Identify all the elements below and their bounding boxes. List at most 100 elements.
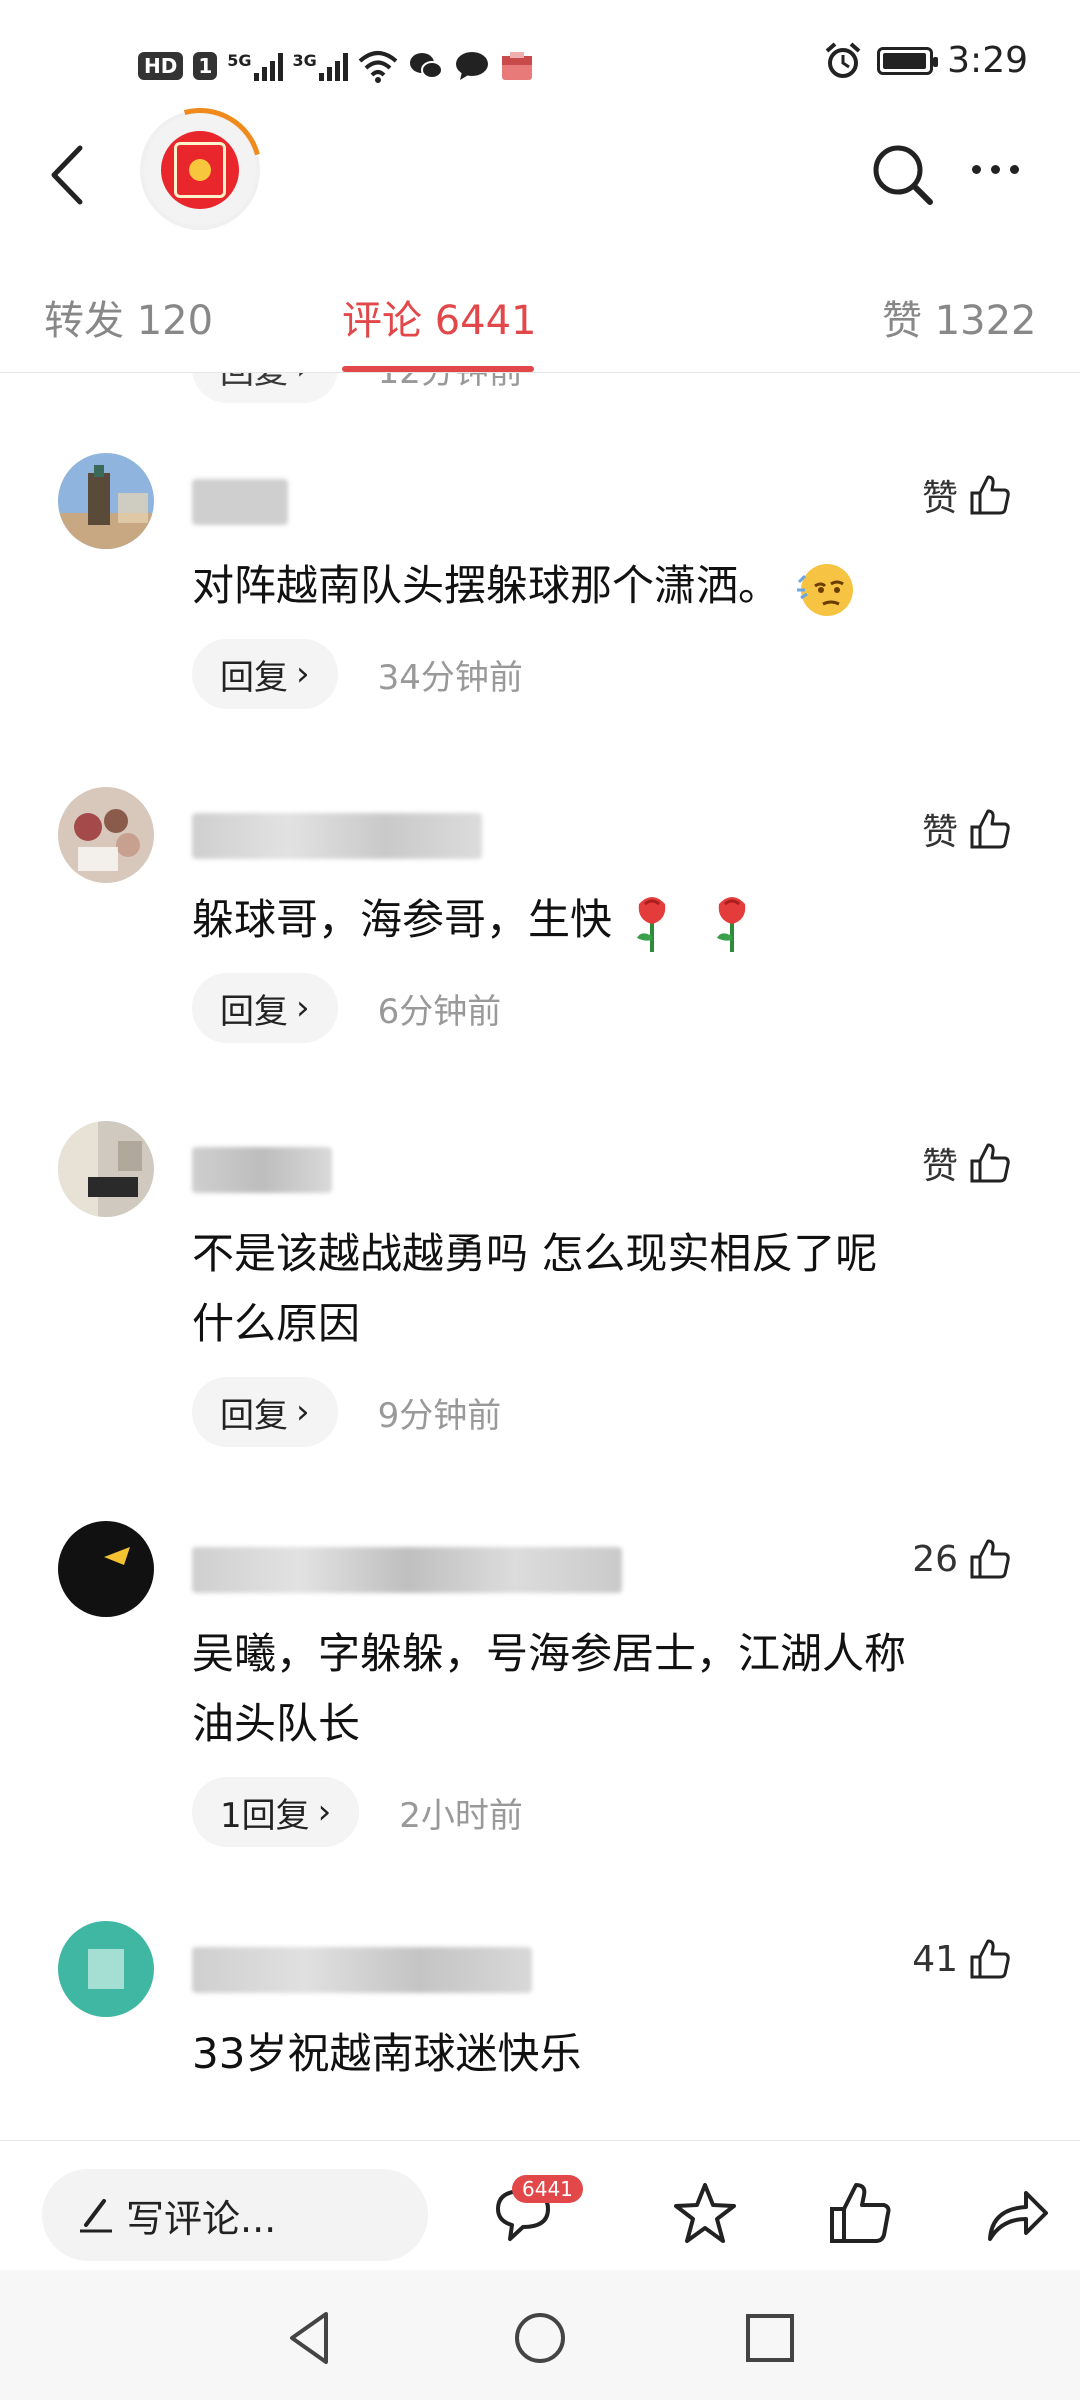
wechat-icon bbox=[409, 53, 443, 79]
like-count: 赞 bbox=[921, 1146, 958, 1187]
nav-recents-icon[interactable] bbox=[740, 2308, 800, 2368]
active-tab-indicator bbox=[342, 366, 534, 372]
comment-text-content: 对阵越南队头摆躲球那个潇洒。 bbox=[192, 561, 781, 610]
chevron-right-icon: › bbox=[296, 373, 310, 388]
comment-time: 9分钟前 bbox=[377, 1395, 502, 1436]
username-blurred[interactable] bbox=[192, 1947, 532, 1993]
star-icon[interactable] bbox=[670, 2179, 740, 2249]
write-comment-input[interactable]: 写评论... bbox=[42, 2169, 428, 2261]
comment-list[interactable]: 回复 › 12分钟前 赞 对阵越南队头摆躲球那个潇洒。 回复 › 34分钟前 bbox=[0, 373, 1080, 2140]
like-button[interactable]: 赞 bbox=[922, 469, 1012, 521]
thumbs-up-icon bbox=[970, 1939, 1010, 1979]
comment-text: 对阵越南队头摆躲球那个潇洒。 bbox=[192, 551, 1022, 621]
reply-button[interactable]: 回复 › bbox=[192, 973, 338, 1043]
chevron-right-icon: › bbox=[317, 1792, 332, 1832]
tab-likes[interactable]: 赞 1322 bbox=[882, 288, 1037, 346]
like-count: 赞 bbox=[921, 812, 958, 853]
header bbox=[0, 85, 1080, 255]
comment-text-line: 油头队长 bbox=[192, 1699, 361, 1748]
username-blurred[interactable] bbox=[192, 1147, 332, 1193]
alarm-icon bbox=[825, 41, 861, 78]
thumbs-up-icon bbox=[970, 809, 1010, 849]
like-button[interactable]: 赞 bbox=[922, 1137, 1012, 1189]
like-button[interactable]: 赞 bbox=[922, 803, 1012, 855]
bottom-action-bar: 写评论... 6441 bbox=[0, 2140, 1080, 2269]
avatar[interactable] bbox=[58, 1121, 154, 1217]
comment-time: 12分钟前 bbox=[378, 373, 523, 393]
comment-meta: 回复 › 34分钟前 bbox=[192, 639, 523, 709]
chevron-right-icon: › bbox=[296, 988, 310, 1028]
comment-meta: 回复 › 9分钟前 bbox=[192, 1377, 501, 1447]
avatar[interactable] bbox=[58, 787, 154, 883]
username-blurred[interactable] bbox=[192, 813, 482, 859]
like-count: 赞 bbox=[921, 478, 958, 519]
comment-text-line: 不是该越战越勇吗 怎么现实相反了呢 bbox=[192, 1229, 878, 1278]
comment-meta: 1回复 › 2小时前 bbox=[192, 1777, 523, 1847]
thumbs-up-icon[interactable] bbox=[826, 2179, 896, 2249]
nav-back-icon[interactable] bbox=[280, 2308, 340, 2368]
message-icon bbox=[455, 52, 488, 80]
share-icon[interactable] bbox=[982, 2179, 1052, 2249]
like-count: 41 bbox=[912, 1938, 958, 1980]
chevron-left-icon[interactable] bbox=[40, 140, 100, 210]
nav-home-icon[interactable] bbox=[510, 2308, 570, 2368]
signal-5g: 5G bbox=[227, 51, 283, 81]
reply-button[interactable]: 回复 › bbox=[192, 639, 338, 709]
tab-reposts[interactable]: 转发 120 bbox=[44, 288, 213, 346]
status-right: 3:29 bbox=[823, 40, 1028, 81]
reply-button[interactable]: 回复 › bbox=[192, 373, 338, 403]
thumbs-up-icon bbox=[970, 475, 1010, 515]
comment-text: 不是该越战越勇吗 怎么现实相反了呢 什么原因 bbox=[192, 1219, 1022, 1359]
comment-text: 吴曦，字躲躲，号海参居士，江湖人称 油头队长 bbox=[192, 1619, 1022, 1759]
like-button[interactable]: 41 bbox=[912, 1937, 1012, 1981]
battery-icon bbox=[877, 46, 939, 75]
status-left: HD 1 5G 3G bbox=[138, 44, 534, 88]
clock: 3:29 bbox=[947, 40, 1028, 81]
reply-label: 回复 bbox=[220, 991, 288, 1032]
reply-button[interactable]: 回复 › bbox=[192, 1377, 338, 1447]
reply-label: 回复 bbox=[220, 1395, 288, 1436]
signal-3g: 3G bbox=[293, 51, 348, 81]
avatar[interactable] bbox=[58, 1521, 154, 1617]
username-blurred[interactable] bbox=[192, 1547, 622, 1593]
username-blurred[interactable] bbox=[192, 479, 288, 525]
rose-emoji-icon bbox=[716, 896, 745, 952]
sim-badge: 1 bbox=[193, 52, 218, 80]
signal-bars-icon bbox=[253, 51, 283, 81]
reply-label: 回复 bbox=[220, 373, 288, 393]
comment-meta: 回复 › 6分钟前 bbox=[192, 973, 501, 1043]
network-type-label: 3G bbox=[292, 51, 317, 70]
pen-icon bbox=[80, 2199, 112, 2233]
wifi-icon bbox=[358, 51, 398, 83]
network-type-label: 5G bbox=[227, 51, 252, 70]
system-navigation-bar bbox=[0, 2270, 1080, 2400]
reply-button[interactable]: 1回复 › bbox=[192, 1777, 360, 1847]
chevron-right-icon: › bbox=[296, 1392, 310, 1432]
comment-text-content: 33岁祝越南球迷快乐 bbox=[192, 2029, 582, 2078]
rose-emoji-icon bbox=[637, 896, 666, 952]
avatar[interactable] bbox=[58, 453, 154, 549]
comment-text-content: 躲球哥，海参哥，生快 bbox=[192, 895, 613, 944]
like-count: 26 bbox=[912, 1538, 958, 1580]
reply-label: 1回复 bbox=[220, 1795, 310, 1836]
avatar[interactable] bbox=[58, 1921, 154, 2017]
comment-text: 33岁祝越南球迷快乐 bbox=[192, 2019, 1022, 2089]
comment-text-line: 什么原因 bbox=[192, 1299, 361, 1348]
reply-label: 回复 bbox=[220, 657, 288, 698]
thumbs-up-icon bbox=[970, 1143, 1010, 1183]
signal-bars-icon bbox=[318, 51, 348, 81]
tab-comments[interactable]: 评论 6441 bbox=[342, 288, 537, 346]
author-avatar[interactable] bbox=[115, 85, 285, 255]
more-horizontal-icon[interactable] bbox=[972, 165, 1019, 174]
search-icon[interactable] bbox=[868, 140, 938, 210]
thinking-face-emoji-icon bbox=[797, 563, 854, 616]
partial-comment-meta: 回复 › 12分钟前 bbox=[192, 373, 523, 403]
tab-bar: 转发 120 评论 6441 赞 1322 bbox=[0, 262, 1080, 373]
chevron-right-icon: › bbox=[296, 654, 310, 694]
like-button[interactable]: 26 bbox=[912, 1537, 1012, 1581]
comment-text-line: 吴曦，字躲躲，号海参居士，江湖人称 bbox=[192, 1629, 907, 1678]
thumbs-up-icon bbox=[970, 1539, 1010, 1579]
comment-time: 2小时前 bbox=[399, 1795, 523, 1836]
comment-count-badge: 6441 bbox=[512, 2175, 583, 2203]
comment-time: 34分钟前 bbox=[377, 657, 523, 698]
